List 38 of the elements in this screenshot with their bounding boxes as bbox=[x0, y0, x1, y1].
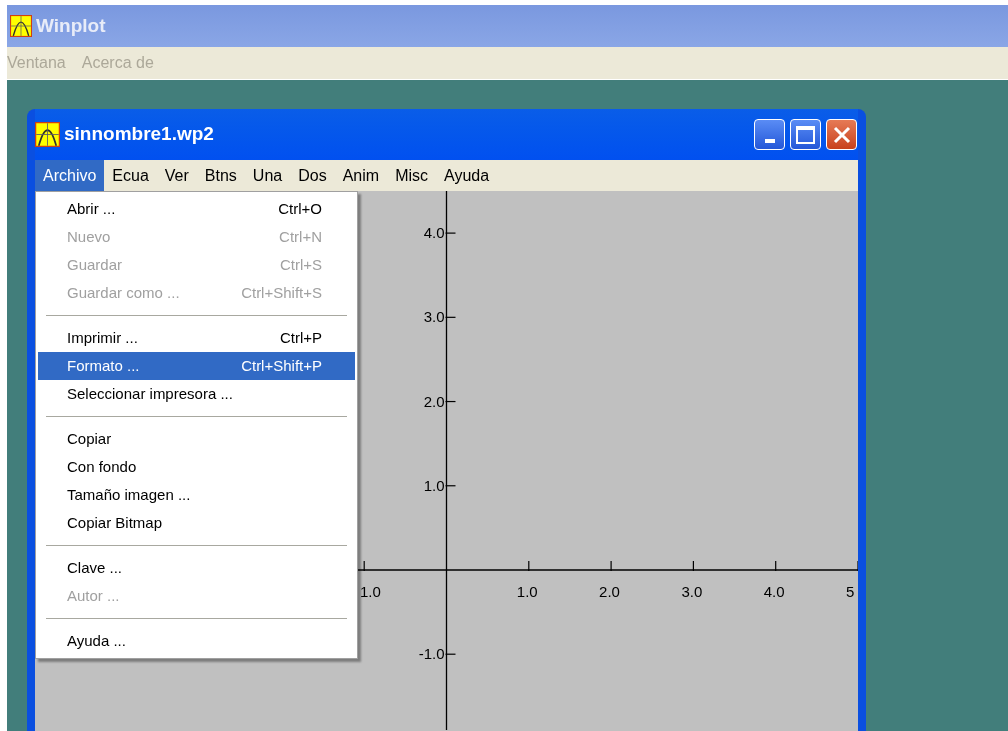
menu-item[interactable]: Abrir ... Ctrl+O bbox=[38, 195, 355, 223]
menu-tab[interactable]: Una bbox=[244, 160, 291, 191]
menu-tab[interactable]: Dos bbox=[290, 160, 335, 191]
menu-tab[interactable]: Anim bbox=[334, 160, 388, 191]
menu-tab[interactable]: Btns bbox=[196, 160, 245, 191]
maximize-button[interactable] bbox=[790, 119, 821, 150]
menu-item[interactable]: Copiar bbox=[38, 425, 355, 453]
menu-item[interactable]: Copiar Bitmap bbox=[38, 509, 355, 537]
menu-item[interactable]: Clave ... bbox=[38, 554, 355, 582]
tick-label: 5 bbox=[846, 584, 855, 599]
close-button[interactable] bbox=[826, 119, 857, 150]
menu-item[interactable]: Imprimir ... Ctrl+P bbox=[38, 324, 355, 352]
menu-tab[interactable]: Archivo bbox=[35, 160, 105, 191]
tick-label: 4.0 bbox=[763, 584, 785, 599]
tick-label: 2.0 bbox=[423, 393, 445, 409]
menu-tab[interactable]: Ver bbox=[156, 160, 197, 191]
menu-tab[interactable]: Ecua bbox=[104, 160, 157, 191]
tick-label: 3.0 bbox=[681, 584, 703, 599]
window-title: sinnombre1.wp2 bbox=[64, 122, 214, 147]
menu-tab[interactable]: Misc bbox=[387, 160, 436, 191]
menu-item[interactable]: Ayuda ... bbox=[38, 627, 355, 655]
tick-label: 1.0 bbox=[423, 477, 445, 493]
tick-label: 1.0 bbox=[516, 584, 538, 599]
menu-item[interactable]: Formato ... Ctrl+Shift+P bbox=[38, 352, 355, 380]
tick-label: 1.0 bbox=[360, 584, 381, 599]
menu-item[interactable]: Tamaño imagen ... bbox=[38, 481, 355, 509]
tick-label: 2.0 bbox=[599, 584, 620, 599]
parabola-icon bbox=[10, 15, 32, 37]
minimize-button[interactable] bbox=[754, 119, 785, 150]
tick-label: 4.0 bbox=[423, 225, 445, 241]
menu-tab[interactable]: Ayuda bbox=[436, 160, 498, 191]
parabola-icon bbox=[35, 122, 60, 147]
menu-item[interactable]: Con fondo bbox=[38, 453, 355, 481]
window-title: Winplot bbox=[36, 13, 106, 38]
menu-item[interactable]: Seleccionar impresora ... bbox=[38, 380, 355, 408]
close-icon bbox=[832, 125, 851, 144]
tick-label: 3.0 bbox=[423, 309, 445, 325]
tick-label: -1.0 bbox=[418, 646, 445, 662]
